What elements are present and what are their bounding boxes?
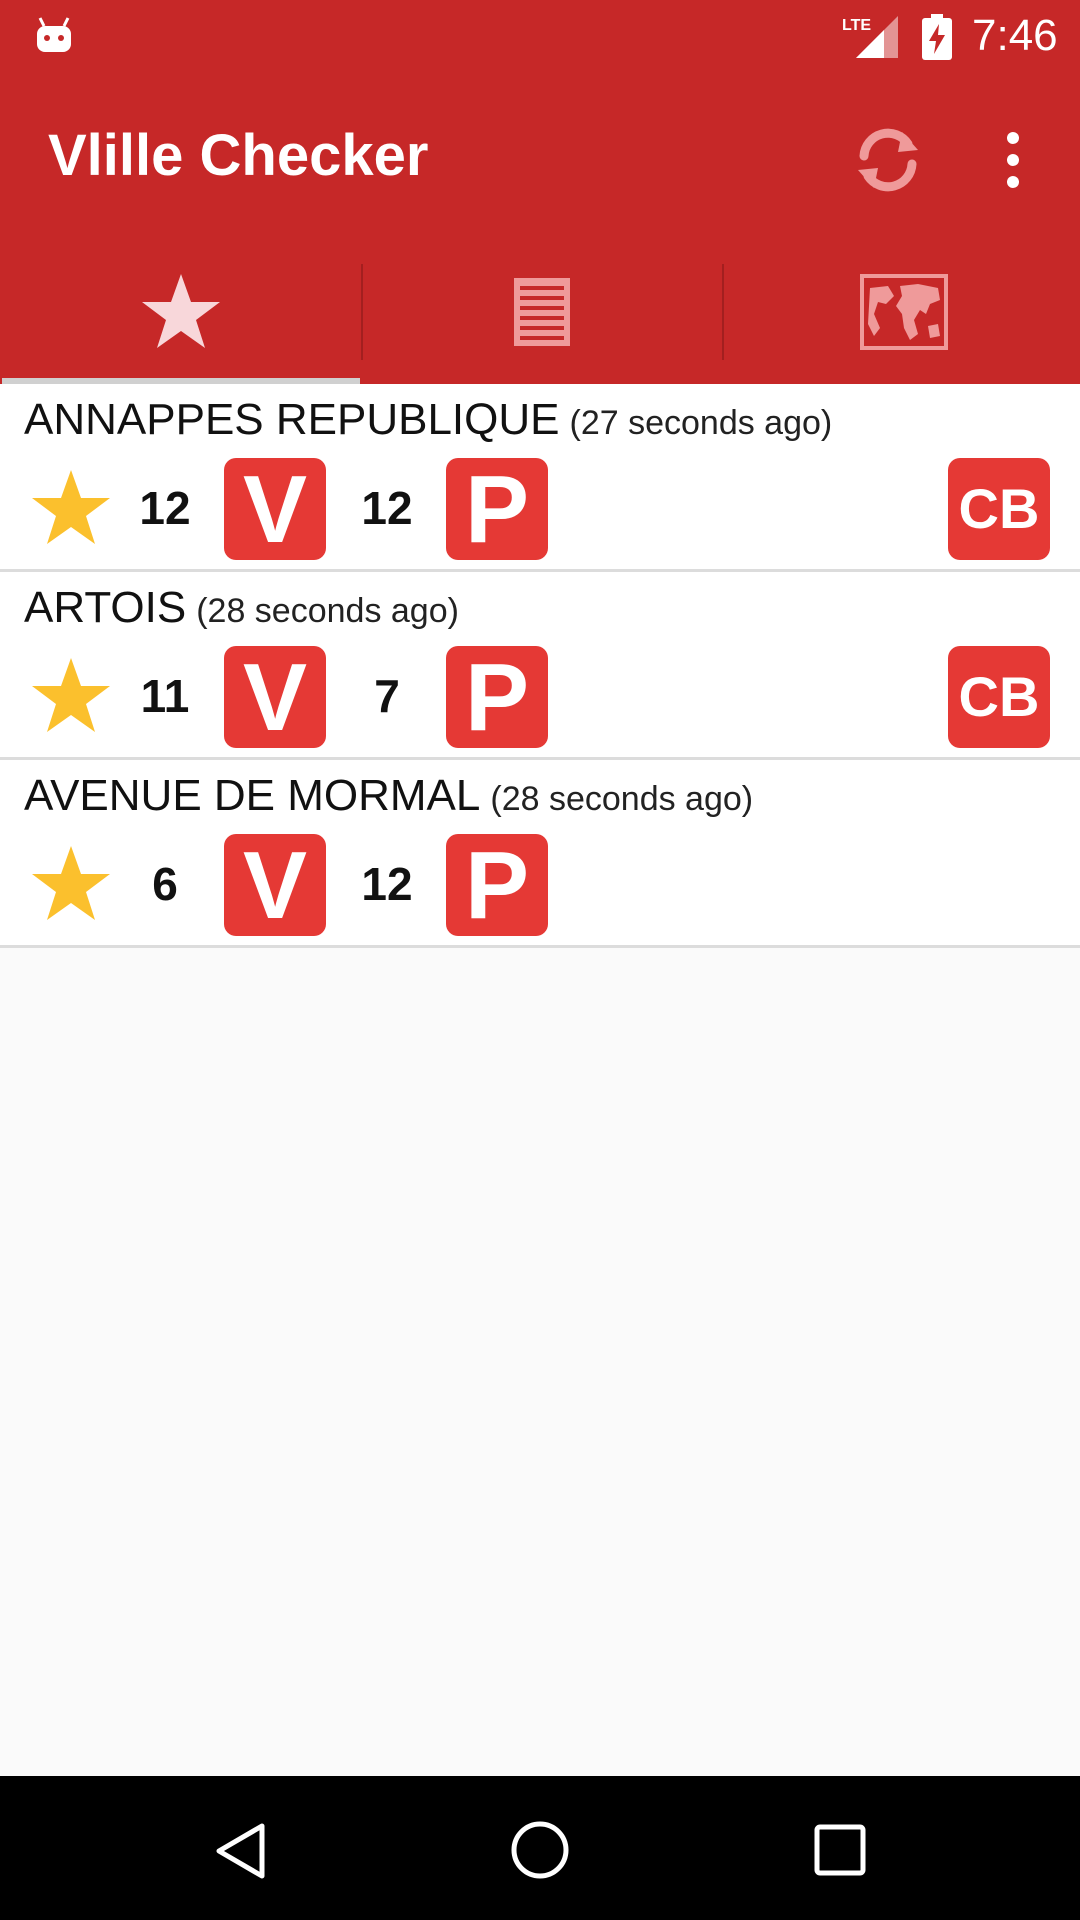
station-header: ANNAPPES REPUBLIQUE (27 seconds ago) xyxy=(24,394,832,456)
status-bar: LTE 7:46 xyxy=(0,0,1080,72)
favorite-star-icon[interactable] xyxy=(30,656,112,734)
places-badge: P xyxy=(446,458,548,562)
favorite-star-icon[interactable] xyxy=(30,844,112,922)
station-name: ANNAPPES REPUBLIQUE xyxy=(24,395,560,444)
app-title: Vlille Checker xyxy=(48,123,429,188)
cb-badge: CB xyxy=(948,646,1050,748)
back-icon[interactable] xyxy=(214,1822,266,1880)
svg-text:LTE: LTE xyxy=(842,17,871,34)
lte-signal-icon: LTE xyxy=(842,16,898,58)
places-badge: P xyxy=(446,834,548,938)
station-name: AVENUE DE MORMAL xyxy=(24,771,481,820)
tab-map[interactable] xyxy=(724,240,1080,384)
battery-charging-icon xyxy=(922,14,952,60)
places-badge: P xyxy=(446,646,548,750)
places-count: 7 xyxy=(374,670,400,722)
map-icon xyxy=(860,274,948,350)
bikes-count: 12 xyxy=(139,482,191,534)
station-header: ARTOIS (28 seconds ago) xyxy=(24,582,459,644)
cb-badge: CB xyxy=(948,458,1050,560)
places-count: 12 xyxy=(361,858,413,910)
tab-favorites[interactable] xyxy=(0,240,360,384)
bikes-badge: V xyxy=(224,834,326,938)
station-name: ARTOIS xyxy=(24,583,187,632)
favorite-star-icon[interactable] xyxy=(30,468,112,546)
system-nav-bar xyxy=(0,1776,1080,1920)
station-row[interactable]: ARTOIS (28 seconds ago) 11 V 7 P CB xyxy=(0,572,1080,760)
star-icon xyxy=(142,274,220,348)
station-header: AVENUE DE MORMAL (28 seconds ago) xyxy=(24,770,753,832)
tab-bar xyxy=(0,240,1080,384)
station-updated-ago: (27 seconds ago) xyxy=(569,404,833,442)
station-list: ANNAPPES REPUBLIQUE (27 seconds ago) 12 V… xyxy=(0,384,1080,948)
list-icon xyxy=(514,278,570,346)
bikes-badge: V xyxy=(224,458,326,562)
more-vert-icon[interactable] xyxy=(995,130,1031,190)
station-updated-ago: (28 seconds ago) xyxy=(196,592,459,630)
refresh-icon[interactable] xyxy=(848,120,928,200)
bikes-count: 6 xyxy=(152,858,178,910)
bikes-badge: V xyxy=(224,646,326,750)
tab-list[interactable] xyxy=(362,240,722,384)
station-row[interactable]: ANNAPPES REPUBLIQUE (27 seconds ago) 12 V… xyxy=(0,384,1080,572)
station-row[interactable]: AVENUE DE MORMAL (28 seconds ago) 6 V 12 … xyxy=(0,760,1080,948)
places-count: 12 xyxy=(361,482,413,534)
status-time: 7:46 xyxy=(972,11,1058,60)
recents-icon[interactable] xyxy=(814,1824,866,1876)
app-toolbar: Vlille Checker xyxy=(0,72,1080,240)
home-icon[interactable] xyxy=(510,1820,570,1880)
station-updated-ago: (28 seconds ago) xyxy=(490,780,754,818)
bikes-count: 11 xyxy=(140,670,190,722)
android-notification-icon xyxy=(37,17,71,52)
